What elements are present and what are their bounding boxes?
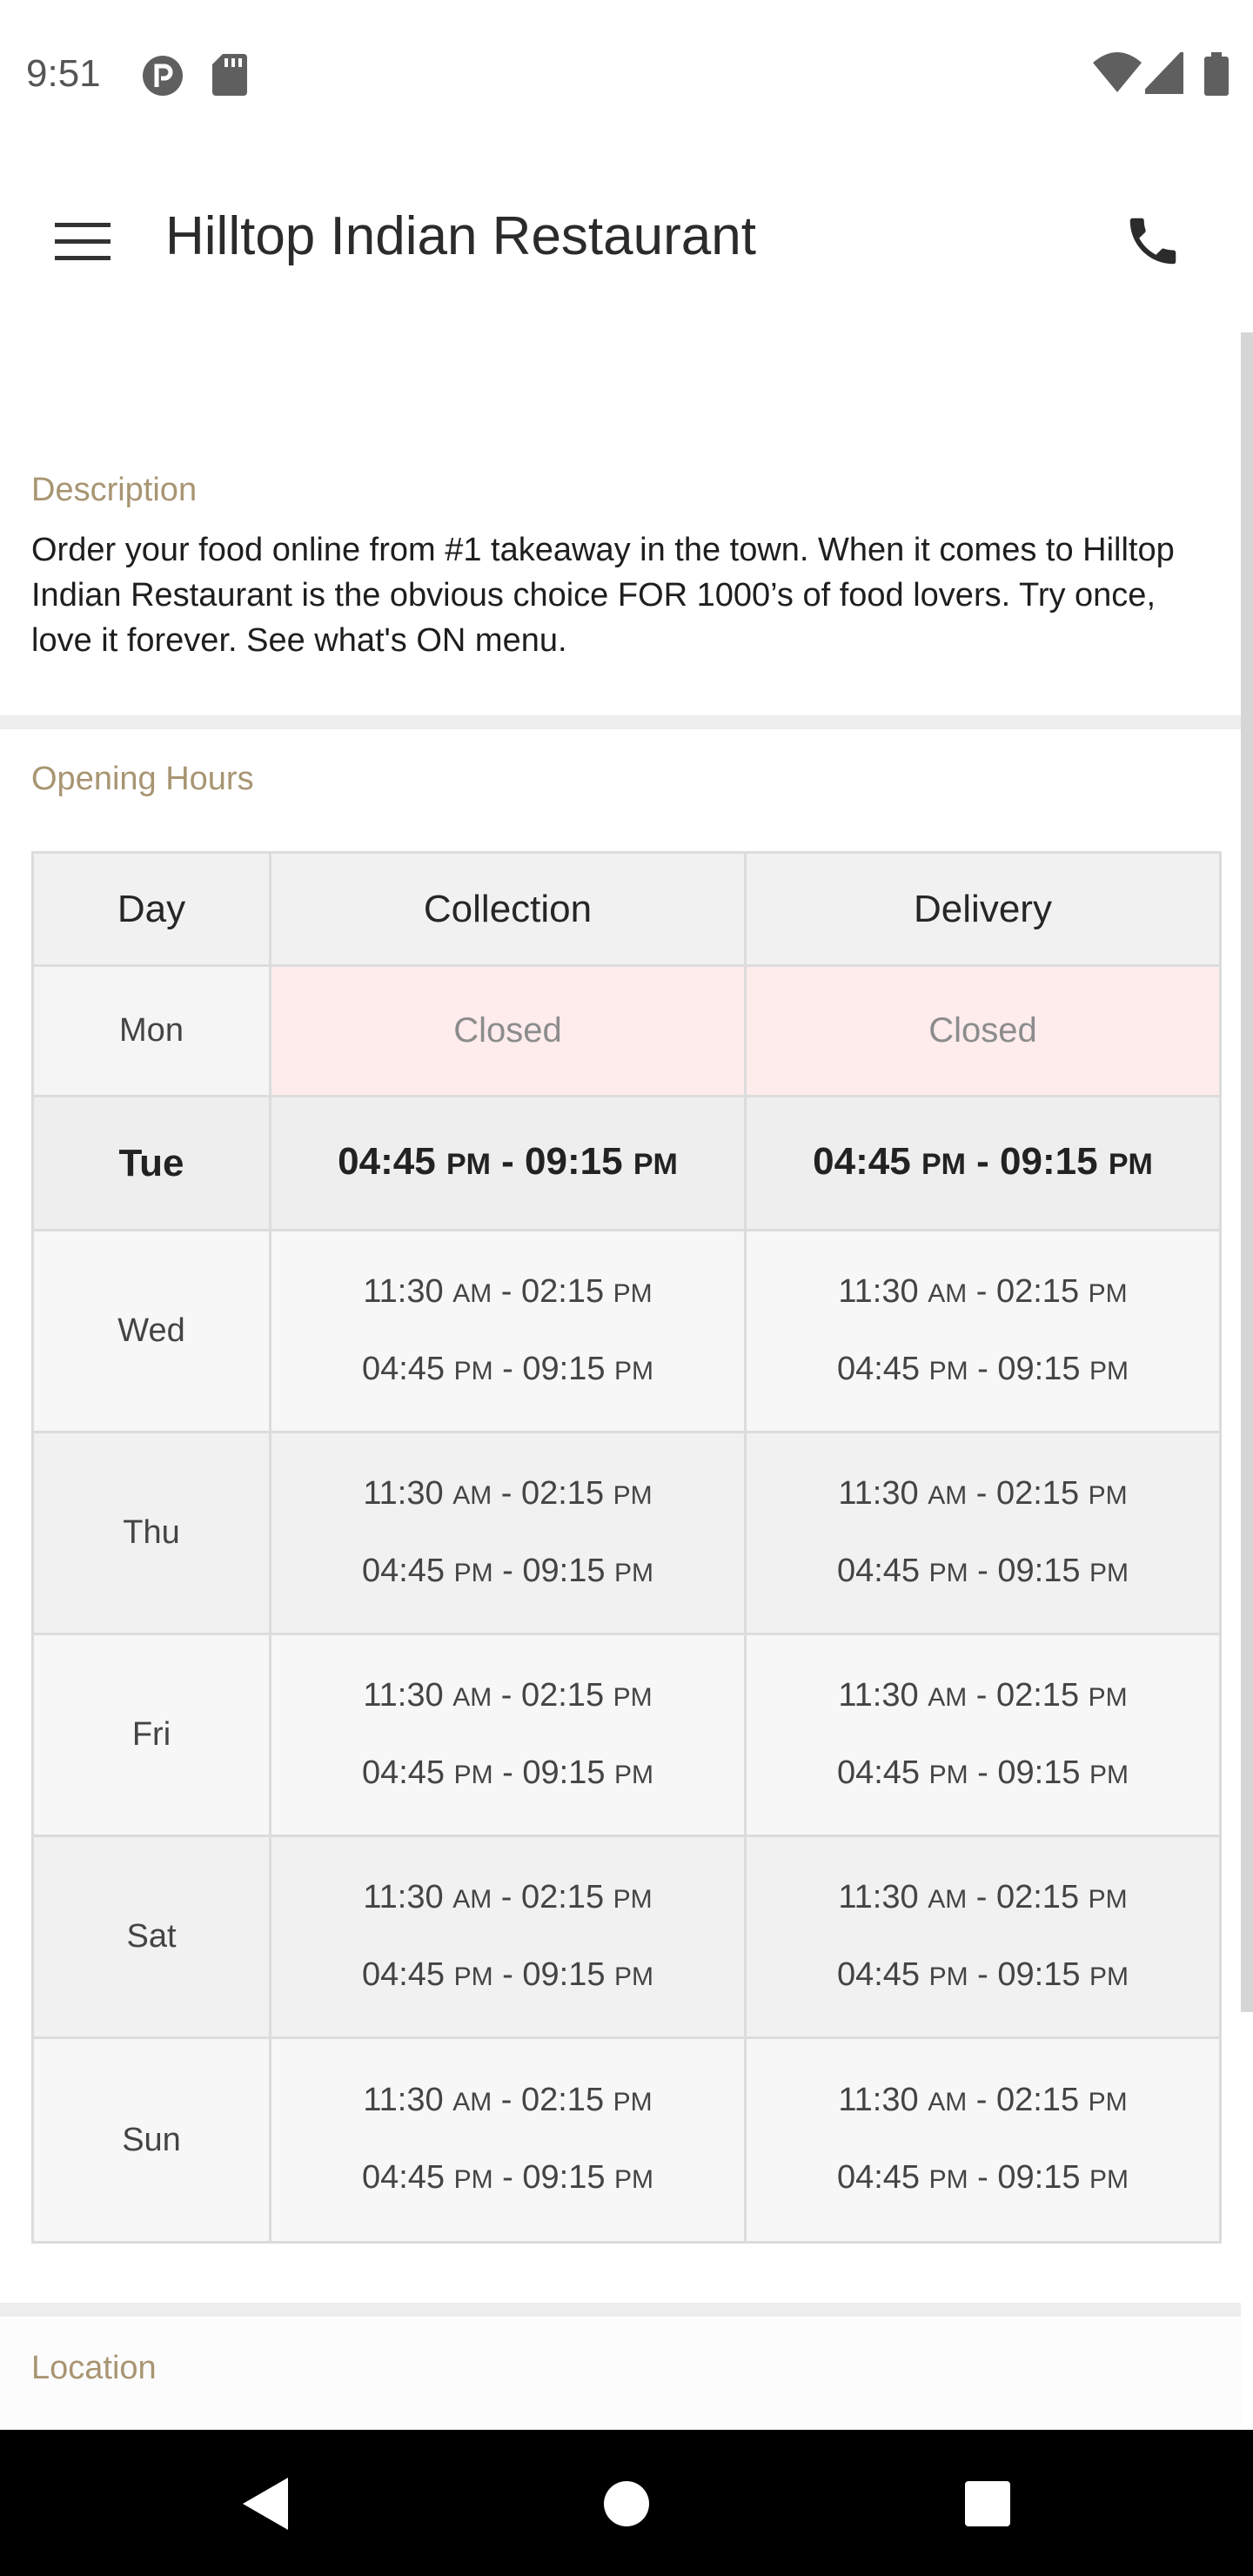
scrollbar[interactable] bbox=[1241, 332, 1253, 2012]
home-icon bbox=[604, 2481, 649, 2526]
restaurant-info-screen: 9:51 Hilltop Indian Restaurant Descripti… bbox=[0, 0, 1253, 2576]
day-cell: Sat bbox=[34, 1837, 271, 2036]
status-bar: 9:51 bbox=[0, 0, 1253, 150]
phone-icon bbox=[1129, 218, 1176, 265]
time-range: 04:45 PM - 09:15 PM bbox=[361, 1754, 654, 1791]
day-cell: Wed bbox=[34, 1231, 271, 1431]
header-day: Day bbox=[34, 854, 271, 964]
time-range: 11:30 AM - 02:15 PM bbox=[363, 1474, 653, 1512]
table-row: Sat 11:30 AM - 02:15 PM 04:45 PM - 09:15… bbox=[34, 1837, 1219, 2039]
time-range: 11:30 AM - 02:15 PM bbox=[363, 1272, 653, 1310]
collection-hours: 04:45 PM - 09:15 PM bbox=[271, 1097, 747, 1229]
opening-hours-table: Day Collection Delivery Mon Closed Close… bbox=[31, 851, 1222, 2244]
time-range: 04:45 PM - 09:15 PM bbox=[836, 1552, 1129, 1589]
menu-button[interactable] bbox=[35, 198, 131, 285]
time-range: 11:30 AM - 02:15 PM bbox=[363, 1676, 653, 1714]
time-range: 04:45 PM - 09:15 PM bbox=[361, 1955, 654, 1993]
day-cell: Sun bbox=[34, 2039, 271, 2241]
collection-hours: 11:30 AM - 02:15 PM 04:45 PM - 09:15 PM bbox=[271, 2039, 747, 2241]
table-row-today: Tue 04:45 PM - 09:15 PM 04:45 PM - 09:15… bbox=[34, 1097, 1219, 1231]
time-range: 11:30 AM - 02:15 PM bbox=[838, 1474, 1128, 1512]
app-title: Hilltop Indian Restaurant bbox=[165, 206, 756, 266]
location-section bbox=[0, 2318, 1241, 2430]
app-bar: Hilltop Indian Restaurant bbox=[0, 150, 1253, 332]
time-range: 04:45 PM - 09:15 PM bbox=[361, 1350, 654, 1387]
table-row: Wed 11:30 AM - 02:15 PM 04:45 PM - 09:15… bbox=[34, 1231, 1219, 1433]
location-label: Location bbox=[31, 2350, 157, 2386]
day-cell: Fri bbox=[34, 1635, 271, 1835]
system-nav-bar bbox=[0, 2430, 1253, 2576]
collection-hours: 11:30 AM - 02:15 PM 04:45 PM - 09:15 PM bbox=[271, 1231, 747, 1431]
collection-hours: 11:30 AM - 02:15 PM 04:45 PM - 09:15 PM bbox=[271, 1837, 747, 2036]
time-range: 04:45 PM - 09:15 PM bbox=[836, 2159, 1129, 2196]
day-cell: Mon bbox=[34, 967, 271, 1095]
time-range: 04:45 PM - 09:15 PM bbox=[813, 1140, 1153, 1183]
time-range: 11:30 AM - 02:15 PM bbox=[838, 1878, 1128, 1915]
day-cell: Tue bbox=[34, 1097, 271, 1229]
recents-icon bbox=[965, 2481, 1010, 2526]
time-range: 04:45 PM - 09:15 PM bbox=[836, 1754, 1129, 1791]
delivery-hours: 04:45 PM - 09:15 PM bbox=[747, 1097, 1219, 1229]
time-range: 04:45 PM - 09:15 PM bbox=[836, 1955, 1129, 1993]
wifi-icon bbox=[1093, 52, 1142, 98]
nav-recents-button[interactable] bbox=[948, 2465, 1027, 2543]
table-row: Mon Closed Closed bbox=[34, 967, 1219, 1097]
time-range: 11:30 AM - 02:15 PM bbox=[363, 2082, 653, 2118]
section-divider bbox=[0, 2303, 1241, 2317]
header-delivery: Delivery bbox=[914, 887, 1052, 930]
delivery-hours: 11:30 AM - 02:15 PM 04:45 PM - 09:15 PM bbox=[747, 1635, 1219, 1835]
day-cell: Thu bbox=[34, 1433, 271, 1633]
description-label: Description bbox=[31, 472, 198, 508]
status-time: 9:51 bbox=[26, 52, 101, 95]
opening-hours-label: Opening Hours bbox=[31, 761, 254, 797]
table-header-row: Day Collection Delivery bbox=[34, 854, 1219, 967]
collection-hours: 11:30 AM - 02:15 PM 04:45 PM - 09:15 PM bbox=[271, 1433, 747, 1633]
time-range: 04:45 PM - 09:15 PM bbox=[361, 1552, 654, 1589]
signal-icon bbox=[1140, 46, 1186, 98]
table-row: Sun 11:30 AM - 02:15 PM 04:45 PM - 09:15… bbox=[34, 2039, 1219, 2241]
time-range: 04:45 PM - 09:15 PM bbox=[836, 1350, 1129, 1387]
time-range: 04:45 PM - 09:15 PM bbox=[338, 1140, 678, 1183]
nav-home-button[interactable] bbox=[587, 2465, 666, 2543]
time-range: 04:45 PM - 09:15 PM bbox=[361, 2159, 654, 2196]
time-range: 11:30 AM - 02:15 PM bbox=[838, 1676, 1128, 1714]
table-row: Fri 11:30 AM - 02:15 PM 04:45 PM - 09:15… bbox=[34, 1635, 1219, 1837]
hamburger-menu-icon bbox=[55, 223, 111, 260]
podcast-icon bbox=[141, 54, 184, 102]
collection-hours: 11:30 AM - 02:15 PM 04:45 PM - 09:15 PM bbox=[271, 1635, 747, 1835]
table-row: Thu 11:30 AM - 02:15 PM 04:45 PM - 09:15… bbox=[34, 1433, 1219, 1635]
time-range: 11:30 AM - 02:15 PM bbox=[838, 2082, 1128, 2118]
sd-card-icon bbox=[212, 54, 247, 100]
battery-icon bbox=[1204, 52, 1229, 100]
time-range: 11:30 AM - 02:15 PM bbox=[363, 1878, 653, 1915]
back-icon bbox=[243, 2478, 288, 2530]
section-divider bbox=[0, 715, 1241, 729]
header-collection: Collection bbox=[271, 854, 747, 964]
time-range: 11:30 AM - 02:15 PM bbox=[838, 1272, 1128, 1310]
description-text: Order your food online from #1 takeaway … bbox=[31, 532, 1175, 659]
delivery-hours: 11:30 AM - 02:15 PM 04:45 PM - 09:15 PM bbox=[747, 2039, 1219, 2241]
call-button[interactable] bbox=[1105, 193, 1201, 289]
delivery-hours: 11:30 AM - 02:15 PM 04:45 PM - 09:15 PM bbox=[747, 1837, 1219, 2036]
collection-closed: Closed bbox=[271, 967, 747, 1095]
nav-back-button[interactable] bbox=[226, 2465, 305, 2543]
delivery-closed: Closed bbox=[747, 967, 1219, 1095]
delivery-hours: 11:30 AM - 02:15 PM 04:45 PM - 09:15 PM bbox=[747, 1433, 1219, 1633]
delivery-hours: 11:30 AM - 02:15 PM 04:45 PM - 09:15 PM bbox=[747, 1231, 1219, 1431]
